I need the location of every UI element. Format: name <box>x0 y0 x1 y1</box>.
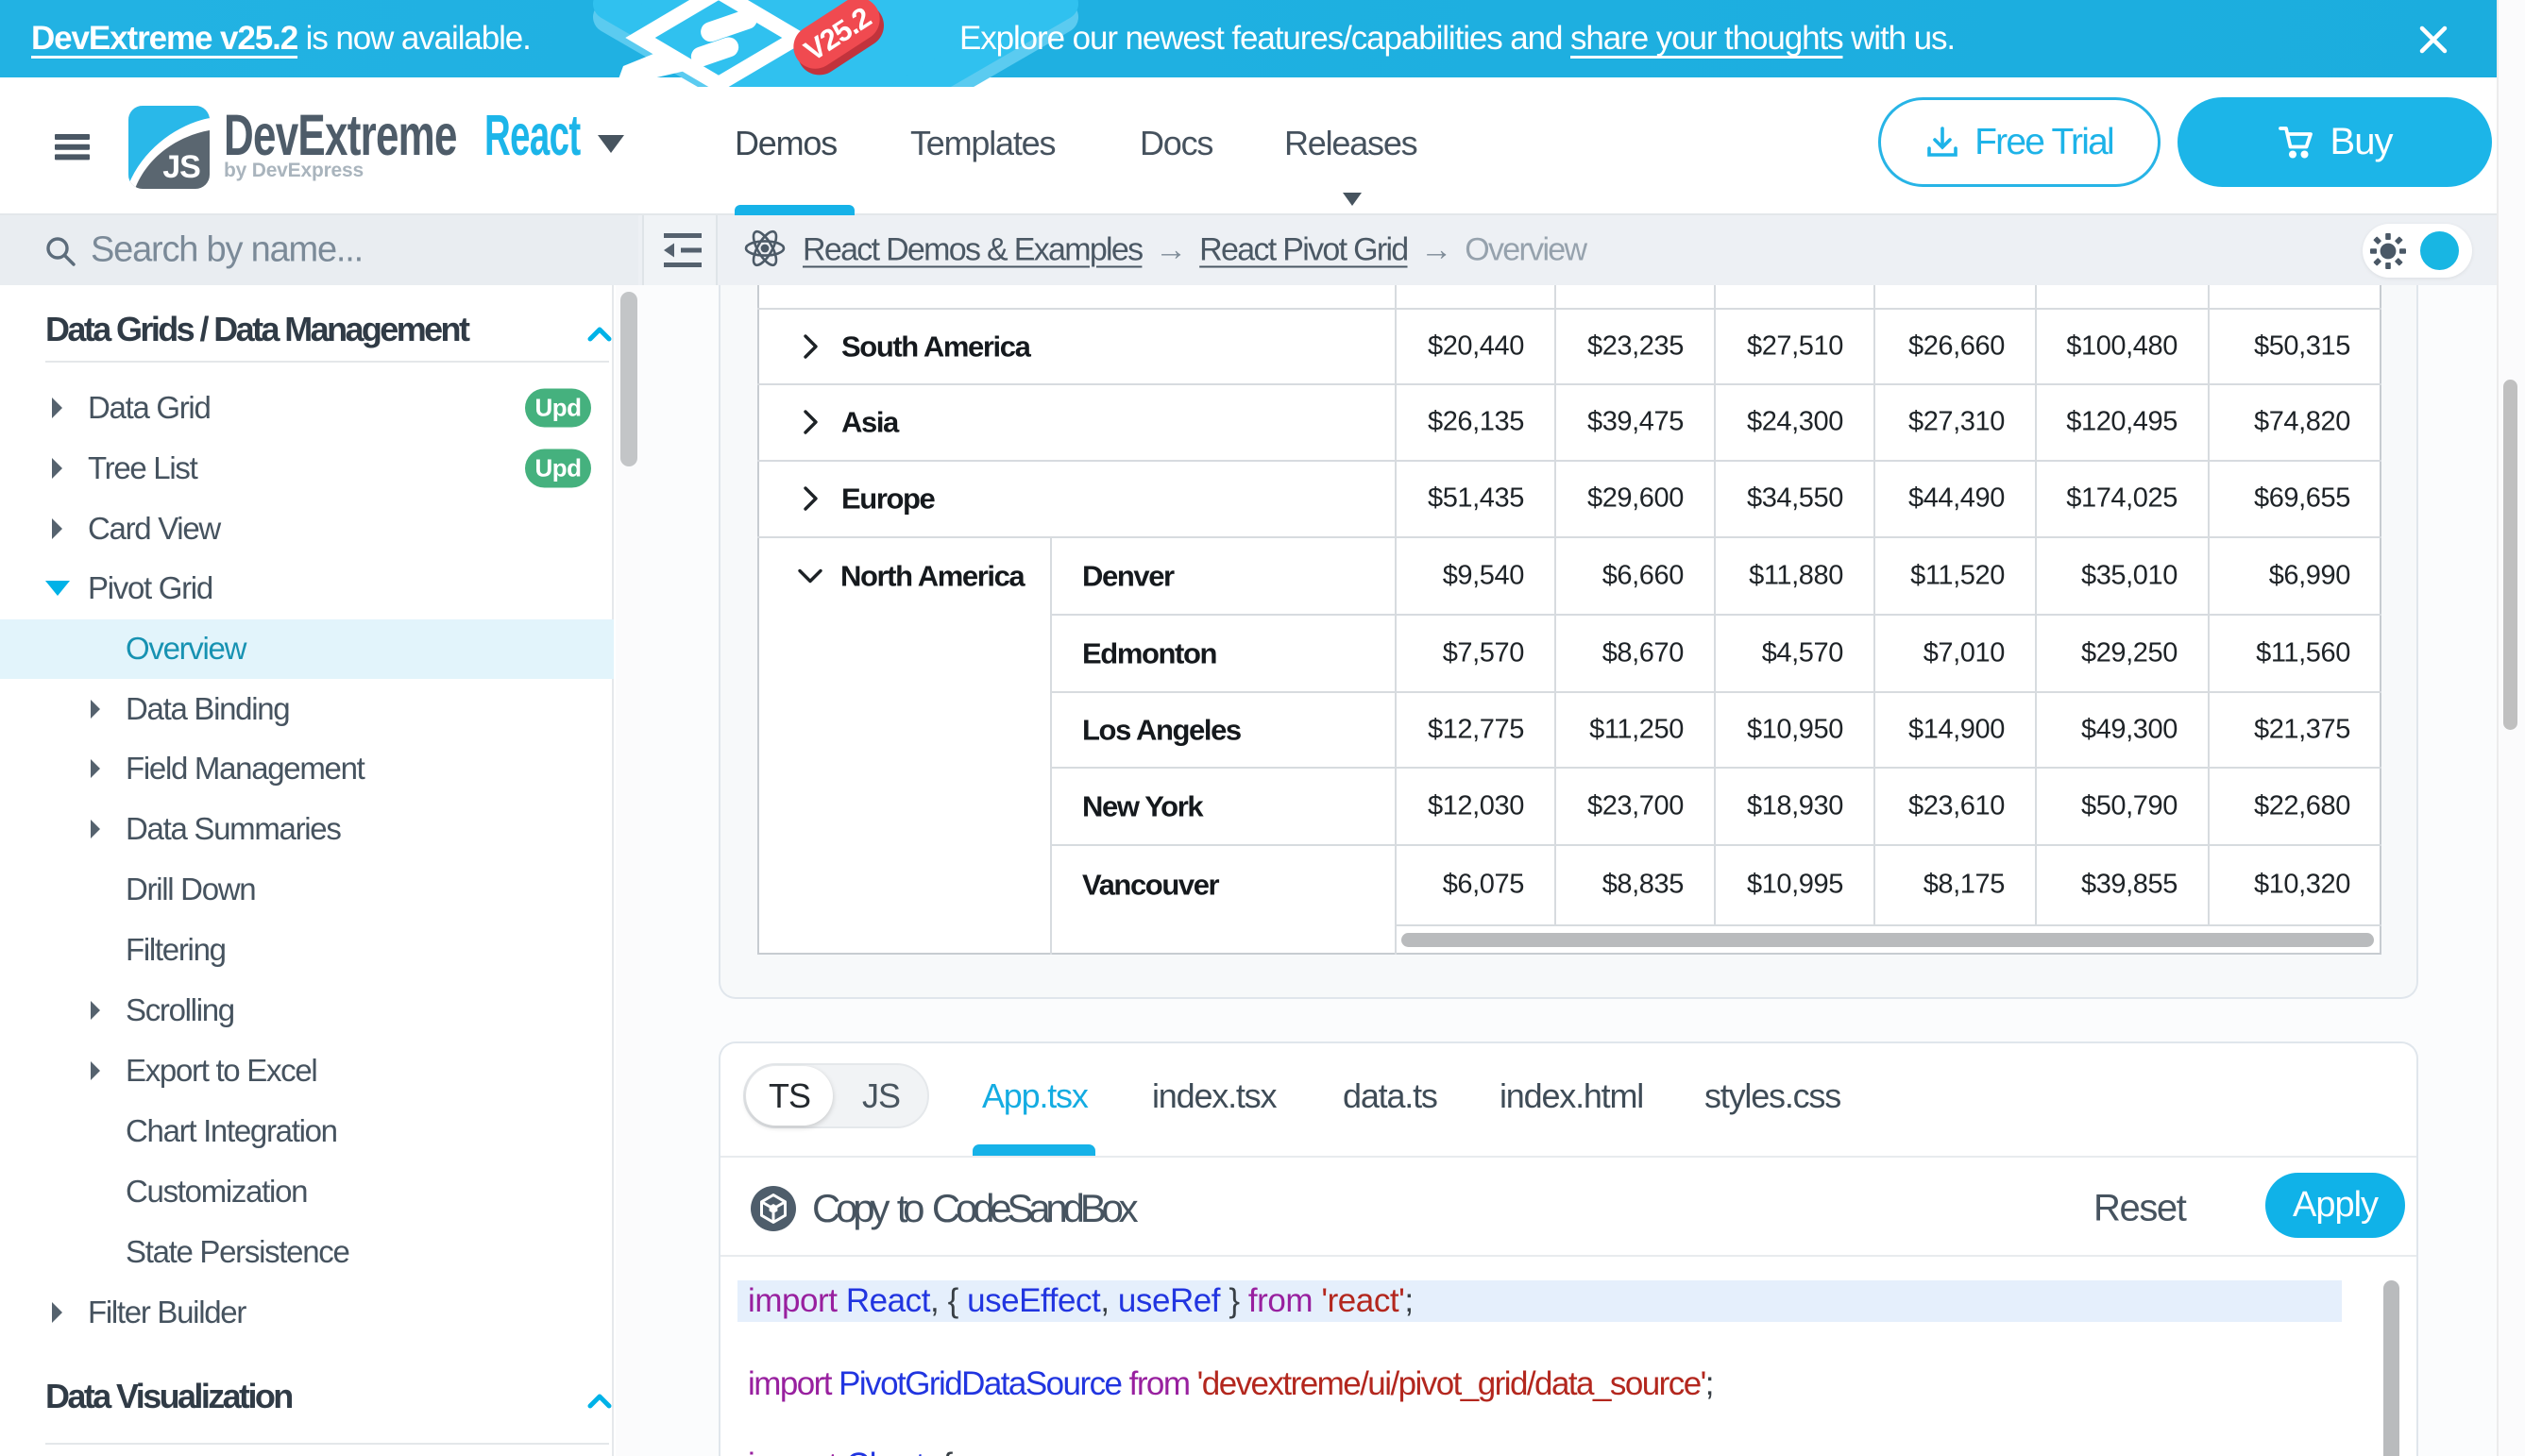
svg-text:JS: JS <box>162 149 200 185</box>
